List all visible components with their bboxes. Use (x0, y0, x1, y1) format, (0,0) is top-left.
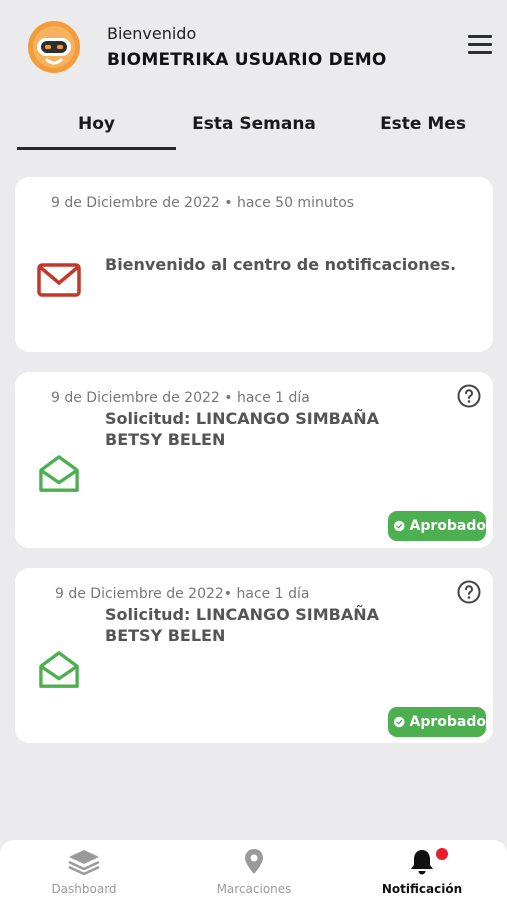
status-label: Aprobado (409, 714, 487, 730)
tab-esta-semana[interactable]: Esta Semana (176, 108, 332, 150)
bottom-nav: Dashboard Marcaciones Notificación (0, 840, 507, 900)
check-circle-icon (394, 520, 405, 532)
envelope-icon (37, 263, 81, 297)
nav-label: Marcaciones (216, 882, 292, 896)
app-screen: Bienvenido BIOMETRIKA USUARIO DEMO Hoy E… (0, 0, 507, 900)
nav-label: Dashboard (51, 882, 117, 896)
status-badge: Aprobado (388, 511, 486, 541)
status-label: Aprobado (409, 518, 487, 534)
open-envelope-icon (39, 651, 79, 688)
robot-avatar-icon[interactable] (27, 20, 81, 74)
hamburger-menu-icon[interactable] (468, 35, 492, 57)
location-pin-icon (245, 849, 263, 874)
notification-date: 9 de Diciembre de 2022• hace 1 día (55, 586, 310, 602)
open-envelope-icon (39, 455, 79, 492)
help-icon[interactable] (457, 384, 481, 408)
nav-dashboard[interactable]: Dashboard (14, 848, 154, 896)
notification-card[interactable]: 9 de Diciembre de 2022 • hace 1 día Soli… (15, 372, 493, 548)
nav-notificacion[interactable]: Notificación (352, 848, 492, 896)
notification-title: Solicitud: LINCANGO SIMBAÑA BETSY BELEN (105, 409, 380, 449)
notification-date: 9 de Diciembre de 2022 • hace 50 minutos (51, 195, 355, 211)
notification-title: Solicitud: LINCANGO SIMBAÑA BETSY BELEN (105, 605, 380, 645)
tab-hoy[interactable]: Hoy (17, 108, 176, 150)
greeting-label: Bienvenido (107, 24, 197, 43)
status-badge: Aprobado (388, 707, 486, 737)
notification-card[interactable]: 9 de Diciembre de 2022• hace 1 día Solic… (15, 568, 493, 743)
period-tabs: Hoy Esta Semana Este Mes (0, 108, 507, 150)
nav-marcaciones[interactable]: Marcaciones (184, 848, 324, 896)
notification-date: 9 de Diciembre de 2022 • hace 1 día (51, 390, 310, 406)
tab-este-mes[interactable]: Este Mes (345, 108, 501, 150)
bell-icon (411, 850, 433, 875)
user-name: BIOMETRIKA USUARIO DEMO (107, 50, 387, 70)
help-icon[interactable] (457, 580, 481, 604)
notification-dot (436, 848, 448, 860)
notification-message: Bienvenido al centro de notificaciones. (105, 255, 457, 274)
notification-card[interactable]: 9 de Diciembre de 2022 • hace 50 minutos… (15, 177, 493, 352)
check-circle-icon (394, 716, 405, 728)
nav-label: Notificación (381, 882, 463, 896)
header: Bienvenido BIOMETRIKA USUARIO DEMO (0, 0, 507, 95)
layers-icon (68, 850, 100, 876)
